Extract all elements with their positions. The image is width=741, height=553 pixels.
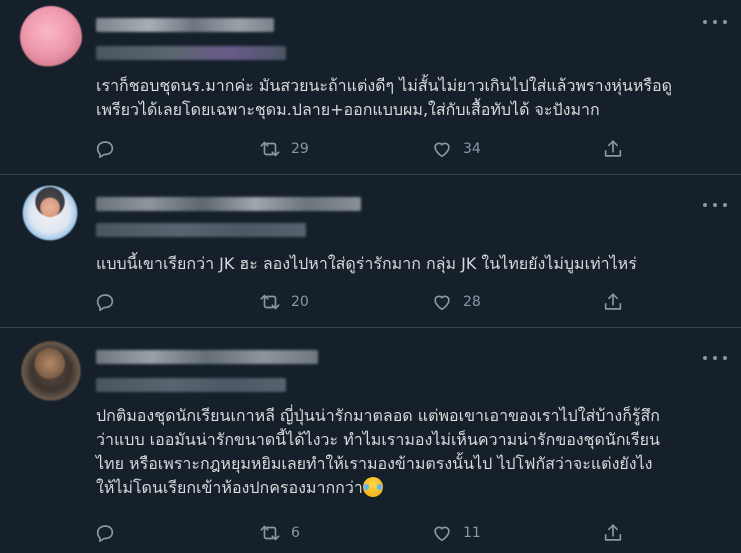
- share-button[interactable]: [602, 521, 624, 545]
- more-options-icon[interactable]: [703, 199, 727, 211]
- tweet-actions: 29 34: [94, 137, 634, 161]
- heart-icon: [434, 526, 450, 542]
- share-icon: [604, 293, 622, 310]
- username-blurred[interactable]: [96, 223, 306, 237]
- avatar[interactable]: [20, 6, 82, 68]
- retweet-button[interactable]: 20: [259, 290, 309, 314]
- reply-icon: [96, 294, 114, 312]
- like-button[interactable]: 28: [431, 290, 481, 314]
- avatar[interactable]: [20, 340, 82, 402]
- tweet[interactable]: แบบนี้เขาเรียกว่า JK ฮะ ลองไปหาใส่ดูร่าร…: [0, 175, 741, 328]
- heart-icon: [434, 295, 450, 311]
- display-name-blurred[interactable]: [96, 18, 274, 32]
- more-options-icon[interactable]: [703, 352, 727, 364]
- handle-blurred[interactable]: [96, 46, 286, 60]
- tweet-actions: 20 28: [94, 290, 634, 314]
- like-button[interactable]: 34: [431, 137, 481, 161]
- retweet-icon: [260, 525, 280, 541]
- retweet-icon: [260, 141, 280, 157]
- share-button[interactable]: [602, 137, 624, 161]
- retweet-button[interactable]: 6: [259, 521, 300, 545]
- face-with-tears-of-joy-icon: [362, 477, 383, 497]
- retweet-count: 29: [291, 141, 309, 157]
- avatar[interactable]: [22, 185, 78, 241]
- reply-button[interactable]: [94, 137, 126, 161]
- tweet-text: ปกติมองชุดนักเรียนเกาหลี ญี่ปุ่นน่ารักมา…: [96, 404, 716, 500]
- reply-icon: [96, 141, 114, 159]
- share-icon: [604, 140, 622, 157]
- tweet-actions: 6 11: [94, 521, 634, 545]
- display-name-blurred[interactable]: [96, 197, 361, 211]
- display-name-blurred[interactable]: [96, 350, 318, 364]
- handle-blurred[interactable]: [96, 378, 286, 392]
- reply-button[interactable]: [94, 290, 126, 314]
- retweet-icon: [260, 294, 280, 310]
- reply-feed: เราก็ชอบชุดนร.มากค่ะ มันสวยนะถ้าแต่งดีๆ …: [0, 0, 741, 553]
- share-icon: [604, 524, 622, 541]
- more-options-icon[interactable]: [703, 16, 727, 28]
- tweet-text: แบบนี้เขาเรียกว่า JK ฮะ ลองไปหาใส่ดูร่าร…: [96, 254, 637, 273]
- like-count: 34: [463, 141, 481, 157]
- like-count: 11: [463, 525, 481, 541]
- reply-icon: [96, 525, 114, 543]
- tweet-text: เราก็ชอบชุดนร.มากค่ะ มันสวยนะถ้าแต่งดีๆ …: [96, 76, 672, 119]
- reply-button[interactable]: [94, 521, 126, 545]
- heart-icon: [434, 142, 450, 158]
- retweet-count: 6: [291, 525, 300, 541]
- retweet-button[interactable]: 29: [259, 137, 309, 161]
- tweet[interactable]: ปกติมองชุดนักเรียนเกาหลี ญี่ปุ่นน่ารักมา…: [0, 328, 741, 553]
- share-button[interactable]: [602, 290, 624, 314]
- tweet[interactable]: เราก็ชอบชุดนร.มากค่ะ มันสวยนะถ้าแต่งดีๆ …: [0, 0, 741, 175]
- retweet-count: 20: [291, 294, 309, 310]
- like-button[interactable]: 11: [431, 521, 481, 545]
- like-count: 28: [463, 294, 481, 310]
